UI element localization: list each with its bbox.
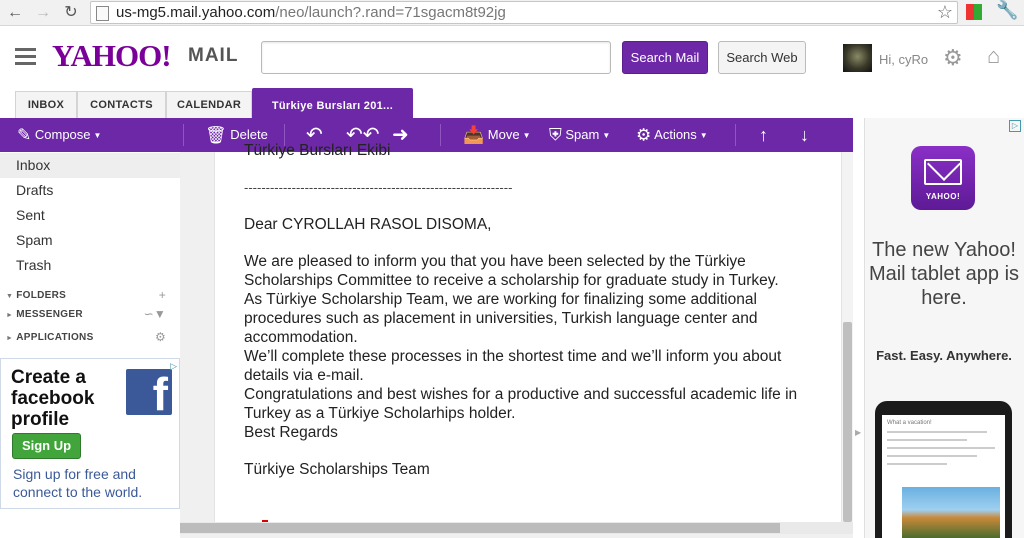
section-applications[interactable]: ► APPLICATIONS ⚙ <box>6 330 174 344</box>
section-applications-label: APPLICATIONS <box>16 332 94 343</box>
menu-icon[interactable] <box>15 48 36 69</box>
section-folders-label: FOLDERS <box>16 290 67 301</box>
facebook-ad[interactable]: Create a facebook profile f ▷ Sign Up Si… <box>0 358 180 509</box>
message-line: Best Regards <box>244 424 338 441</box>
wrench-menu-icon[interactable]: 🔧 <box>996 0 1018 21</box>
message-line: Scholarships Committee to receive a scho… <box>244 272 779 289</box>
adchoices-icon[interactable]: ▷ <box>1009 120 1021 132</box>
message-line: Congratulations and best wishes for a pr… <box>244 386 798 403</box>
trash-icon: 🗑 <box>205 125 227 145</box>
section-messenger-label: MESSENGER <box>16 309 83 320</box>
status-icon[interactable]: ∽ <box>144 307 154 321</box>
move-label: Move <box>487 127 520 142</box>
tab-contacts[interactable]: CONTACTS <box>77 91 166 118</box>
horizontal-scroll-thumb[interactable] <box>180 523 780 533</box>
ad-tagline: Fast. Easy. Anywhere. <box>876 348 1012 363</box>
user-greeting[interactable]: Hi, cyRo <box>879 52 928 67</box>
fb-ad-subtext: Sign up for free and connect to the worl… <box>13 466 143 500</box>
settings-gear-icon[interactable]: ⚙ <box>943 45 963 71</box>
tablet-screen-title: What a vacation! <box>887 420 932 426</box>
spam-label: Spam <box>565 127 600 142</box>
sidebar-item-drafts[interactable]: Drafts <box>0 178 180 203</box>
delete-label: Delete <box>230 127 268 142</box>
message-line: accommodation. <box>244 329 358 346</box>
ad-headline: The new Yahoo! Mail tablet app is here. <box>868 239 1020 309</box>
url-path: /neo/launch?.rand=71sgacm8t92jg <box>275 4 506 21</box>
add-folder-icon[interactable]: + <box>159 288 166 302</box>
address-bar[interactable]: us-mg5.mail.yahoo.com/neo/launch?.rand=7… <box>90 1 958 24</box>
search-input[interactable] <box>261 41 611 74</box>
yahoo-mail-app-icon: YAHOO! <box>911 146 975 210</box>
message-signature: Türkiye Scholarships Team <box>244 461 430 478</box>
message-greeting: Dear CYROLLAH RASOL DISOMA, <box>244 216 492 233</box>
app-icon-label: YAHOO! <box>925 192 961 201</box>
applications-gear-icon[interactable]: ⚙ <box>155 330 166 344</box>
section-messenger[interactable]: ► MESSENGER ∽ ▼ <box>6 307 174 321</box>
url-host: us-mg5.mail.yahoo.com <box>116 4 276 21</box>
message-body: Türkiye Bursları Ekibi -----------------… <box>244 141 814 479</box>
messenger-menu-icon[interactable]: ▼ <box>154 307 166 321</box>
envelope-icon <box>924 159 962 185</box>
avatar[interactable] <box>843 44 872 72</box>
fb-signup-button[interactable]: Sign Up <box>12 433 81 459</box>
actions-label: Actions <box>654 127 697 142</box>
compose-label: Compose <box>34 127 91 142</box>
reload-icon[interactable]: ↻ <box>60 2 82 24</box>
sidebar-item-sent[interactable]: Sent <box>0 203 180 228</box>
message-line: procedures such as placement in universi… <box>244 310 758 327</box>
sidebar-item-inbox[interactable]: Inbox <box>0 153 180 178</box>
bookmark-star-icon[interactable]: ☆ <box>937 2 953 23</box>
search-web-button[interactable]: Search Web <box>718 41 806 74</box>
yahoo-logo[interactable]: YAHOO! <box>52 38 172 74</box>
tab-open-message[interactable]: Türkiye Bursları 201... <box>252 88 413 118</box>
message-line: Türkiye Bursları Ekibi <box>244 142 391 159</box>
tab-inbox[interactable]: INBOX <box>15 91 77 118</box>
sidebar-item-trash[interactable]: Trash <box>0 253 180 278</box>
message-line: Turkey as a Türkiye Scholarhips holder. <box>244 405 516 422</box>
extension-icon[interactable] <box>966 4 982 20</box>
facebook-logo-icon: f <box>126 368 172 420</box>
mail-logo-text: MAIL <box>188 45 239 66</box>
forward-icon[interactable]: → <box>32 2 54 24</box>
compose-button[interactable]: ✎ Compose ▼ <box>17 118 101 152</box>
tablet-image: What a vacation! <box>875 401 1012 538</box>
compose-icon: ✎ <box>17 125 32 145</box>
home-icon[interactable]: ⌂ <box>987 43 1000 69</box>
sidebar-item-spam[interactable]: Spam <box>0 228 180 253</box>
adchoices-icon[interactable]: ▷ <box>170 361 177 372</box>
fb-ad-headline: Create a facebook profile <box>11 367 95 430</box>
message-line: details via e-mail. <box>244 367 364 384</box>
section-folders[interactable]: ▼ FOLDERS + <box>6 288 174 302</box>
ad-collapse-arrow-icon[interactable]: ▶ <box>855 428 861 437</box>
vertical-scroll-thumb[interactable] <box>843 322 852 522</box>
message-line: We are pleased to inform you that you ha… <box>244 253 746 270</box>
search-mail-button[interactable]: Search Mail <box>622 41 708 74</box>
url-text: us-mg5.mail.yahoo.com/neo/launch?.rand=7… <box>116 4 506 21</box>
message-line: We’ll complete these processes in the sh… <box>244 348 782 365</box>
page-icon <box>96 6 109 21</box>
message-divider: ----------------------------------------… <box>244 180 513 195</box>
message-line: As Türkiye Scholarship Team, we are work… <box>244 291 757 308</box>
vacation-photo <box>902 487 1000 538</box>
browser-toolbar: ← → ↻ us-mg5.mail.yahoo.com/neo/launch?.… <box>0 0 1024 26</box>
back-icon[interactable]: ← <box>4 2 26 24</box>
tab-calendar[interactable]: CALENDAR <box>166 91 252 118</box>
